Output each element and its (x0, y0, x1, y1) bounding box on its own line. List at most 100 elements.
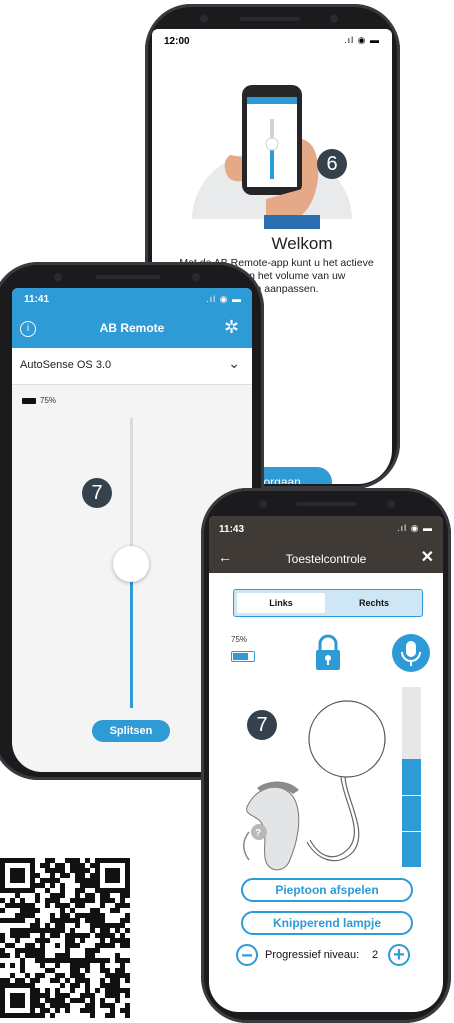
qr-module (115, 903, 120, 908)
qr-module (110, 1013, 115, 1018)
app-title: AB Remote (99, 321, 165, 335)
qr-module (100, 893, 105, 898)
qr-module (60, 883, 65, 888)
qr-module (45, 858, 50, 863)
qr-module (85, 918, 90, 923)
qr-module (35, 923, 40, 928)
battery-icon (22, 398, 36, 404)
qr-module (20, 903, 25, 908)
qr-module (65, 978, 70, 983)
status-time: 11:43 (219, 524, 245, 535)
qr-module (90, 1003, 95, 1008)
qr-module (105, 988, 110, 993)
qr-module (25, 943, 30, 948)
qr-module (50, 1003, 55, 1008)
qr-module (110, 973, 115, 978)
qr-module (35, 1013, 40, 1018)
qr-module (105, 933, 110, 938)
chevron-down-icon[interactable]: ⌄ (228, 355, 240, 372)
qr-module (80, 933, 85, 938)
qr-module (5, 903, 10, 908)
qr-module (70, 943, 75, 948)
qr-module (55, 963, 60, 968)
qr-module (5, 978, 10, 983)
qr-module (5, 953, 10, 958)
qr-module (115, 938, 120, 943)
tab-rechts[interactable]: Rechts (330, 593, 418, 613)
qr-module (60, 928, 65, 933)
qr-module (120, 943, 125, 948)
qr-module (80, 863, 85, 868)
microphone-icon[interactable] (391, 633, 431, 673)
plus-icon[interactable]: + (388, 944, 410, 966)
qr-module (60, 888, 65, 893)
volume-track-fill (130, 564, 133, 708)
tab-links[interactable]: Links (237, 593, 325, 613)
qr-module (50, 878, 55, 883)
qr-module (35, 873, 40, 878)
qr-module (65, 933, 70, 938)
qr-module (60, 908, 65, 913)
qr-module (80, 868, 85, 873)
qr-module (35, 998, 40, 1003)
qr-module (105, 928, 110, 933)
qr-module (65, 918, 70, 923)
lock-icon[interactable] (313, 634, 343, 672)
hand-phone-illustration (192, 85, 352, 229)
qr-module (30, 913, 35, 918)
qr-module (110, 988, 115, 993)
qr-module (60, 953, 65, 958)
qr-module (115, 968, 120, 973)
qr-module (75, 968, 80, 973)
qr-module (35, 928, 40, 933)
qr-module (115, 988, 120, 993)
qr-module (40, 958, 45, 963)
split-button[interactable]: Splitsen (92, 720, 170, 742)
qr-module (80, 963, 85, 968)
status-icons: .ıl ◉ ▬ (344, 35, 380, 45)
qr-module (10, 973, 15, 978)
qr-module (35, 918, 40, 923)
qr-module (20, 948, 25, 953)
qr-module (100, 958, 105, 963)
qr-module (120, 988, 125, 993)
qr-module (110, 1008, 115, 1013)
play-beep-button[interactable]: Pieptoon afspelen (241, 878, 413, 902)
qr-module (45, 868, 50, 873)
qr-module (35, 973, 40, 978)
qr-module (125, 1013, 130, 1018)
qr-module (0, 918, 5, 923)
qr-module (115, 953, 120, 958)
blink-light-button[interactable]: Knipperend lampje (241, 911, 413, 935)
qr-module (70, 933, 75, 938)
level-meter-fill (402, 759, 421, 867)
close-icon[interactable]: ✕ (421, 547, 434, 567)
qr-module (65, 913, 70, 918)
qr-module (50, 968, 55, 973)
qr-module (85, 1008, 90, 1013)
qr-module (60, 983, 65, 988)
qr-module (90, 863, 95, 868)
qr-module (115, 978, 120, 983)
qr-module (120, 938, 125, 943)
qr-module (100, 983, 105, 988)
program-select[interactable]: AutoSense OS 3.0 ⌄ (12, 348, 252, 385)
qr-module (125, 903, 130, 908)
volume-slider-thumb[interactable] (113, 546, 149, 582)
battery-percent: 75% (40, 396, 57, 405)
qr-module (60, 868, 65, 873)
qr-module (35, 958, 40, 963)
qr-module (45, 878, 50, 883)
qr-module (80, 993, 85, 998)
qr-module (115, 998, 120, 1003)
qr-module (55, 988, 60, 993)
qr-module (15, 913, 20, 918)
qr-module (105, 893, 110, 898)
status-icons: .ıl ◉ ▬ (206, 294, 242, 304)
qr-module (70, 908, 75, 913)
qr-module (80, 878, 85, 883)
minus-icon[interactable]: − (236, 944, 258, 966)
qr-module (80, 898, 85, 903)
speaker-grille (96, 275, 160, 279)
settings-gear-icon[interactable]: ✲ (224, 317, 239, 338)
